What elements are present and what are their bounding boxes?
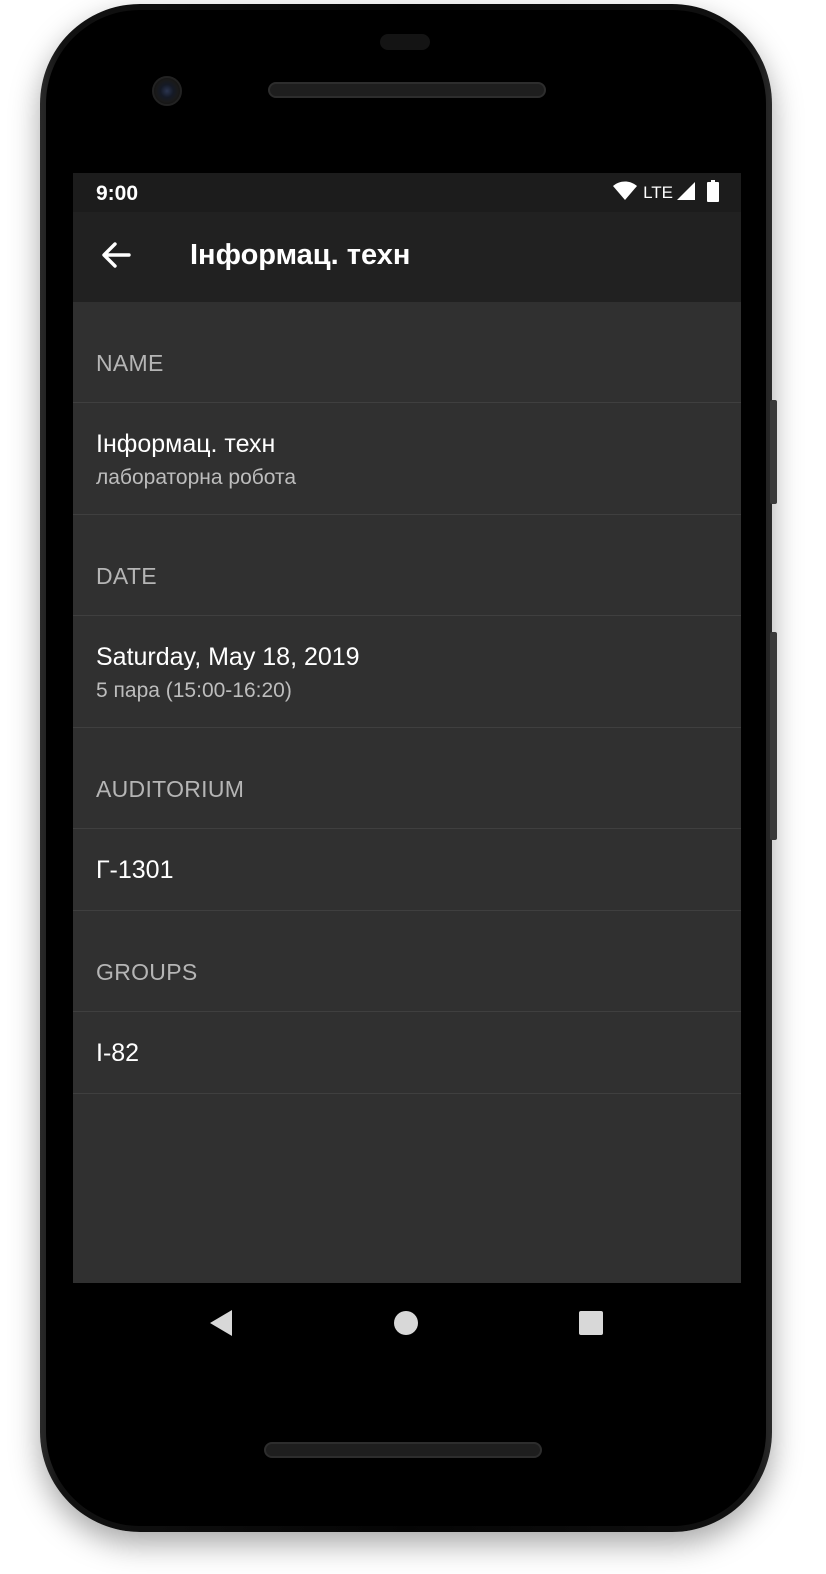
details-list: NAME Інформац. техн лабораторна робота D… [73,302,741,1094]
front-camera [152,76,182,106]
item-primary-text: І-82 [96,1039,140,1067]
item-secondary-text: 5 пара (15:00-16:20) [96,679,292,702]
name-item: Інформац. техн лабораторна робота [73,403,741,515]
section-header-date: DATE [73,515,741,616]
bottom-speaker [264,1442,542,1458]
section-header-label: AUDITORIUM [96,776,245,802]
battery-icon [707,179,719,207]
wifi-icon [612,181,638,206]
groups-item: І-82 [73,1012,741,1094]
item-primary-text: Г-1301 [96,856,174,884]
earpiece-speaker [268,82,546,98]
status-time: 9:00 [96,182,139,205]
date-item: Saturday, May 18, 2019 5 пара (15:00-16:… [73,616,741,728]
section-header-name: NAME [73,302,741,403]
nav-home-icon [393,1310,419,1341]
nav-recents-button[interactable] [571,1305,611,1345]
back-button[interactable] [87,228,145,286]
section-header-groups: GROUPS [73,911,741,1012]
section-header-label: NAME [96,350,164,376]
power-button [770,400,777,504]
volume-button [770,632,777,840]
network-type: LTE [643,183,673,202]
app-bar: Інформац. техн [73,212,741,302]
page-title: Інформац. техн [190,239,411,271]
arrow-back-icon [101,240,131,275]
cellular-signal-icon [676,181,696,206]
auditorium-item: Г-1301 [73,829,741,911]
item-primary-text: Saturday, May 18, 2019 [96,643,360,671]
section-header-label: DATE [96,563,157,589]
nav-recents-icon [578,1310,604,1341]
section-header-auditorium: AUDITORIUM [73,728,741,829]
screen: 9:00 LTE Інформац. техн NAME Інформац. т… [73,173,741,1283]
nav-back-button[interactable] [201,1305,241,1345]
item-primary-text: Інформац. техн [96,430,276,458]
status-bar: 9:00 LTE [73,173,741,212]
nav-back-icon [208,1308,234,1343]
section-header-label: GROUPS [96,959,198,985]
proximity-sensor [380,34,430,50]
item-secondary-text: лабораторна робота [96,466,297,489]
nav-home-button[interactable] [386,1305,426,1345]
navigation-bar [73,1283,741,1363]
status-icons: LTE [612,179,719,207]
